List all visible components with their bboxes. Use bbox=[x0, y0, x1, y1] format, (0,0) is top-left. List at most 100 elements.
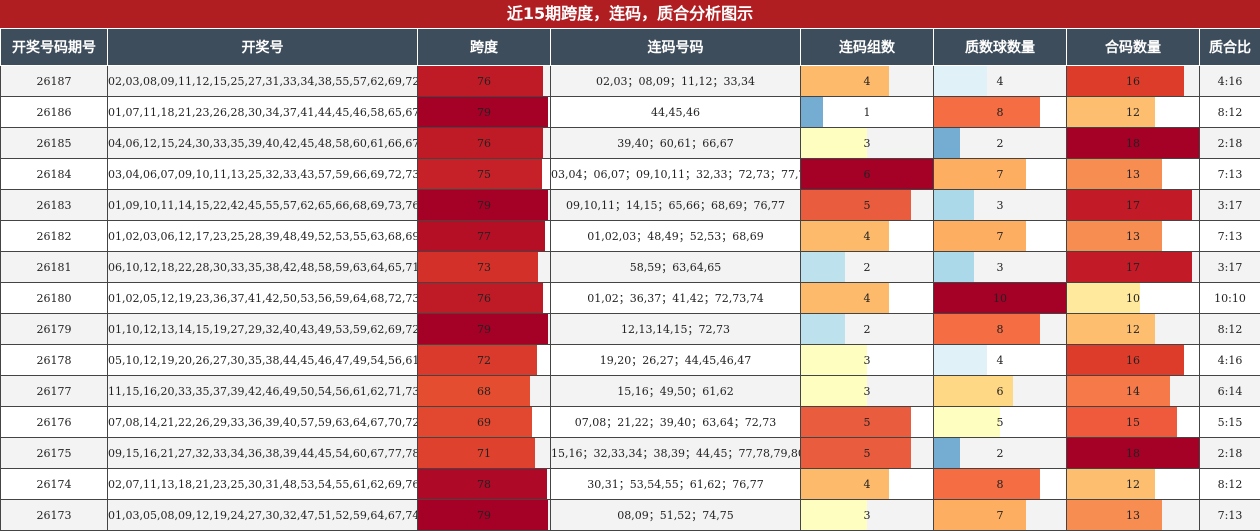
span-cell: 69 bbox=[418, 407, 551, 438]
data-bar bbox=[801, 438, 911, 468]
prime-count-cell-value: 6 bbox=[997, 385, 1004, 398]
consecutive-groups-cell: 5 bbox=[801, 407, 934, 438]
consecutive-groups-cell-value: 4 bbox=[864, 230, 871, 243]
span-cell: 68 bbox=[418, 376, 551, 407]
consecutive-numbers-cell: 15,16；32,33,34；38,39；44,45；77,78,79,80 bbox=[551, 438, 801, 469]
numbers-cell: 01,02,05,12,19,23,36,37,41,42,50,53,56,5… bbox=[108, 283, 418, 314]
table-row: 2617509,15,16,21,27,32,33,34,36,38,39,44… bbox=[1, 438, 1260, 469]
numbers-cell-value: 05,10,12,19,20,26,27,30,35,38,44,45,46,4… bbox=[108, 354, 418, 367]
ratio-cell-value: 2:18 bbox=[1218, 137, 1243, 150]
span-cell: 76 bbox=[418, 66, 551, 97]
consecutive-groups-cell-value: 3 bbox=[864, 509, 871, 522]
ratio-cell: 3:17 bbox=[1200, 190, 1260, 221]
prime-count-cell-value: 2 bbox=[997, 137, 1004, 150]
data-bar bbox=[934, 314, 1040, 344]
composite-count-cell-value: 10 bbox=[1126, 292, 1140, 305]
consecutive-numbers-cell: 44,45,46 bbox=[551, 97, 801, 128]
span-cell: 73 bbox=[418, 252, 551, 283]
numbers-cell-value: 01,03,05,08,09,12,19,24,27,30,32,47,51,5… bbox=[108, 509, 418, 522]
consecutive-groups-cell: 3 bbox=[801, 376, 934, 407]
issue-cell-value: 26174 bbox=[37, 478, 72, 491]
data-bar bbox=[801, 469, 889, 499]
ratio-cell-value: 8:12 bbox=[1218, 106, 1243, 119]
issue-cell-value: 26177 bbox=[37, 385, 72, 398]
consecutive-numbers-cell: 03,04；06,07；09,10,11；32,33；72,73；77,78 bbox=[551, 159, 801, 190]
consecutive-numbers-cell: 09,10,11；14,15；65,66；68,69；76,77 bbox=[551, 190, 801, 221]
header-numbers: 开奖号 bbox=[108, 29, 418, 66]
data-bar bbox=[801, 345, 867, 375]
consecutive-groups-cell-value: 3 bbox=[864, 354, 871, 367]
prime-count-cell: 2 bbox=[934, 128, 1067, 159]
prime-count-cell-value: 7 bbox=[997, 509, 1004, 522]
issue-cell: 26186 bbox=[1, 97, 108, 128]
numbers-cell: 06,10,12,18,22,28,30,33,35,38,42,48,58,5… bbox=[108, 252, 418, 283]
composite-count-cell: 10 bbox=[1067, 283, 1200, 314]
consecutive-groups-cell-value: 6 bbox=[864, 168, 871, 181]
composite-count-cell: 12 bbox=[1067, 469, 1200, 500]
span-cell-value: 78 bbox=[477, 478, 491, 491]
span-cell-value: 76 bbox=[477, 75, 491, 88]
consecutive-groups-cell: 5 bbox=[801, 190, 934, 221]
issue-cell-value: 26183 bbox=[37, 199, 72, 212]
span-cell: 71 bbox=[418, 438, 551, 469]
header-composite-count: 合码数量 bbox=[1067, 29, 1200, 66]
numbers-cell-value: 02,07,11,13,18,21,23,25,30,31,48,53,54,5… bbox=[108, 478, 418, 491]
consecutive-groups-cell-value: 5 bbox=[864, 447, 871, 460]
span-cell-value: 79 bbox=[477, 106, 491, 119]
consecutive-numbers-cell-value: 39,40；60,61；66,67 bbox=[617, 137, 733, 150]
data-bar bbox=[934, 159, 1026, 189]
prime-count-cell-value: 3 bbox=[997, 261, 1004, 274]
prime-count-cell: 8 bbox=[934, 469, 1067, 500]
span-cell: 79 bbox=[418, 97, 551, 128]
issue-cell: 26174 bbox=[1, 469, 108, 500]
span-cell-value: 71 bbox=[477, 447, 491, 460]
prime-count-cell: 2 bbox=[934, 438, 1067, 469]
composite-count-cell: 16 bbox=[1067, 345, 1200, 376]
composite-count-cell: 13 bbox=[1067, 221, 1200, 252]
composite-count-cell-value: 18 bbox=[1126, 447, 1140, 460]
ratio-cell: 8:12 bbox=[1200, 314, 1260, 345]
data-bar bbox=[801, 283, 889, 313]
prime-count-cell: 7 bbox=[934, 159, 1067, 190]
data-bar bbox=[1067, 97, 1155, 127]
prime-count-cell: 4 bbox=[934, 345, 1067, 376]
ratio-cell: 4:16 bbox=[1200, 66, 1260, 97]
consecutive-groups-cell: 3 bbox=[801, 128, 934, 159]
header-consecutive-groups: 连码组数 bbox=[801, 29, 934, 66]
ratio-cell-value: 7:13 bbox=[1218, 509, 1243, 522]
data-bar bbox=[1067, 314, 1155, 344]
issue-cell: 26183 bbox=[1, 190, 108, 221]
table-row: 2617301,03,05,08,09,12,19,24,27,30,32,47… bbox=[1, 500, 1260, 531]
consecutive-groups-cell: 2 bbox=[801, 252, 934, 283]
consecutive-numbers-cell-value: 15,16；32,33,34；38,39；44,45；77,78,79,80 bbox=[551, 447, 801, 460]
issue-cell-value: 26184 bbox=[37, 168, 72, 181]
composite-count-cell: 17 bbox=[1067, 252, 1200, 283]
ratio-cell: 8:12 bbox=[1200, 97, 1260, 128]
ratio-cell-value: 4:16 bbox=[1218, 354, 1243, 367]
consecutive-numbers-cell-value: 07,08；21,22；39,40；63,64；72,73 bbox=[575, 416, 776, 429]
consecutive-groups-cell-value: 4 bbox=[864, 478, 871, 491]
composite-count-cell-value: 15 bbox=[1126, 416, 1140, 429]
prime-count-cell-value: 8 bbox=[997, 323, 1004, 336]
issue-cell: 26187 bbox=[1, 66, 108, 97]
data-bar bbox=[801, 314, 845, 344]
prime-count-cell: 8 bbox=[934, 97, 1067, 128]
prime-count-cell: 5 bbox=[934, 407, 1067, 438]
consecutive-groups-cell-value: 5 bbox=[864, 199, 871, 212]
ratio-cell-value: 10:10 bbox=[1214, 292, 1246, 305]
ratio-cell: 7:13 bbox=[1200, 500, 1260, 531]
consecutive-groups-cell: 3 bbox=[801, 345, 934, 376]
issue-cell-value: 26186 bbox=[37, 106, 72, 119]
issue-cell-value: 26180 bbox=[37, 292, 72, 305]
prime-count-cell: 7 bbox=[934, 500, 1067, 531]
composite-count-cell-value: 17 bbox=[1126, 199, 1140, 212]
numbers-cell-value: 06,10,12,18,22,28,30,33,35,38,42,48,58,5… bbox=[108, 261, 418, 274]
numbers-cell: 11,15,16,20,33,35,37,39,42,46,49,50,54,5… bbox=[108, 376, 418, 407]
ratio-cell: 2:18 bbox=[1200, 128, 1260, 159]
composite-count-cell: 12 bbox=[1067, 97, 1200, 128]
header-prime-composite-ratio: 质合比 bbox=[1200, 29, 1260, 66]
data-bar bbox=[801, 97, 823, 127]
consecutive-groups-cell: 4 bbox=[801, 66, 934, 97]
numbers-cell-value: 01,07,11,18,21,23,26,28,30,34,37,41,44,4… bbox=[108, 106, 418, 119]
ratio-cell-value: 3:17 bbox=[1218, 199, 1243, 212]
